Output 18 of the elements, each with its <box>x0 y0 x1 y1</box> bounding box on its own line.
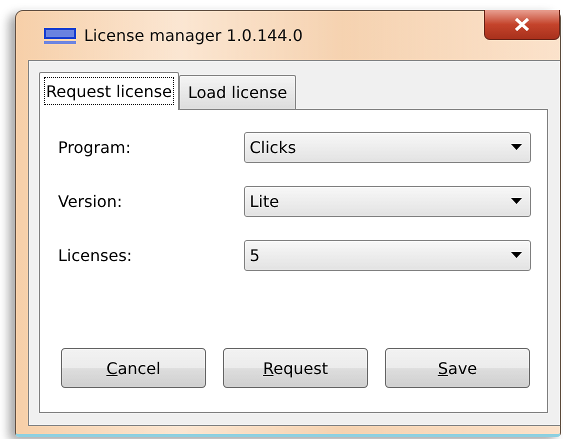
dropdown[interactable]: Clicks <box>244 132 531 162</box>
close-icon <box>514 18 530 31</box>
app-logo-icon <box>44 26 76 46</box>
field-label: Program: <box>58 138 132 156</box>
field-label: Version: <box>58 192 124 210</box>
window-title: License manager 1.0.144.0 <box>84 26 303 45</box>
dialog-button[interactable]: Cancel <box>61 348 206 388</box>
dialog-button[interactable]: Request <box>223 348 368 388</box>
tab[interactable]: Request license <box>39 72 179 110</box>
close-button[interactable] <box>484 10 560 40</box>
field-label: Licenses: <box>58 246 134 264</box>
caret-icon <box>511 198 522 204</box>
caret-icon <box>511 252 522 258</box>
tab[interactable]: Load license <box>178 75 296 109</box>
dropdown[interactable]: 5 <box>244 240 531 270</box>
caret-icon <box>511 144 522 150</box>
dropdown[interactable]: Lite <box>244 186 531 216</box>
dialog-button[interactable]: Save <box>385 348 530 388</box>
